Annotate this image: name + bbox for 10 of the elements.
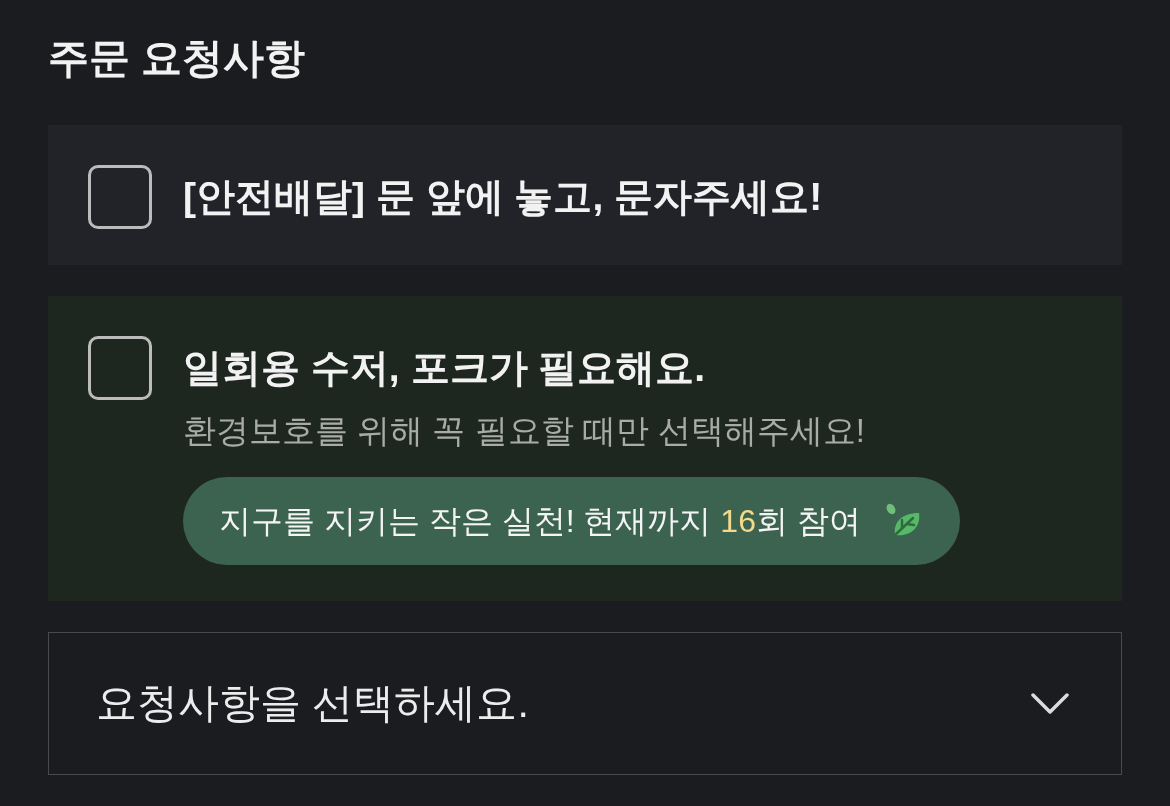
option-note: 환경보호를 위해 꼭 필요할 때만 선택해주세요! (183, 411, 865, 451)
checkbox[interactable] (88, 165, 152, 229)
option-label: 일회용 수저, 포크가 필요해요. (183, 345, 706, 391)
badge-text: 지구를 지키는 작은 실천! 현재까지 16회 참여 (219, 502, 861, 541)
dropdown-placeholder: 요청사항을 선택하세요. (96, 678, 529, 728)
chevron-down-icon (1031, 692, 1069, 715)
checkbox[interactable] (88, 336, 152, 400)
section-title: 주문 요청사항 (48, 34, 306, 83)
option-label: [안전배달] 문 앞에 놓고, 문자주세요! (183, 174, 823, 220)
request-dropdown[interactable]: 요청사항을 선택하세요. (48, 632, 1122, 775)
